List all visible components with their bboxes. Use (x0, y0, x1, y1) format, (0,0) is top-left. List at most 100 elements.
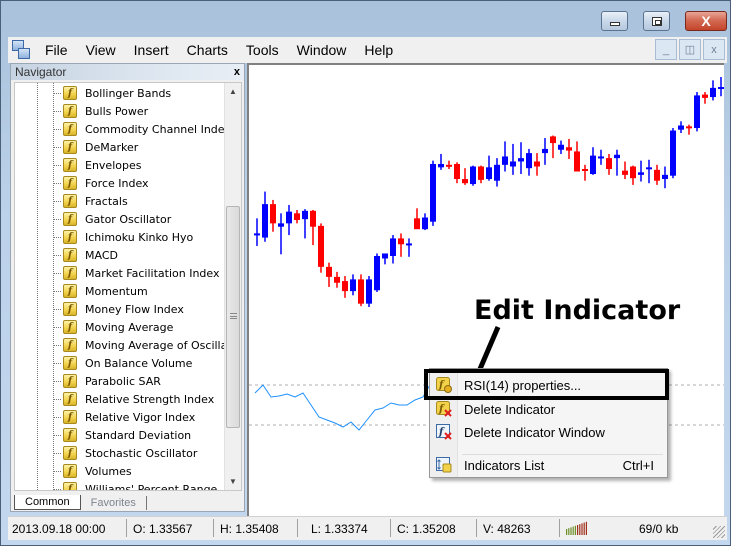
navigator-item[interactable]: f Fractals (53, 192, 128, 210)
navigator-item-label: On Balance Volume (85, 356, 193, 370)
app-logo-icon[interactable] (12, 40, 30, 60)
scroll-up-icon[interactable]: ▲ (229, 87, 237, 96)
candle-body (334, 276, 340, 283)
candle-body (574, 151, 580, 172)
navigator-item[interactable]: f Bulls Power (53, 102, 148, 120)
mdi-restore-button[interactable]: ◫ (679, 39, 701, 60)
tree-connector (53, 182, 61, 184)
navigator-item[interactable]: f Parabolic SAR (53, 372, 161, 390)
menu-insert[interactable]: Insert (125, 42, 178, 58)
tab-favorites[interactable]: Favorites (81, 496, 147, 510)
resize-grip[interactable] (713, 526, 725, 538)
navigator-item[interactable]: f Relative Strength Index (53, 390, 214, 408)
navigator-item[interactable]: f Money Flow Index (53, 300, 184, 318)
navigator-item[interactable]: f Williams' Percent Range (53, 480, 217, 490)
candle-body (686, 126, 692, 129)
window-close-button[interactable]: X (685, 11, 727, 31)
navigator-item[interactable]: f Momentum (53, 282, 148, 300)
scroll-down-icon[interactable]: ▼ (229, 477, 237, 486)
navigator-item[interactable]: f MACD (53, 246, 118, 264)
navigator-item[interactable]: f Bollinger Bands (53, 84, 171, 102)
tab-common[interactable]: Common (14, 495, 81, 510)
candle-body (502, 156, 508, 165)
candle-body (550, 136, 556, 144)
navigator-item[interactable]: f Moving Average of Oscillat (53, 336, 232, 354)
navigator-item[interactable]: f Standard Deviation (53, 426, 191, 444)
mdi-minimize-button[interactable]: _ (655, 39, 677, 60)
candle-body (438, 163, 444, 168)
candle-body (630, 166, 636, 179)
navigator-item-label: Fractals (85, 194, 128, 208)
menu-file[interactable]: File (36, 42, 77, 58)
indicator-f-icon: f (63, 482, 77, 490)
maximize-icon (651, 16, 662, 26)
navigator-item[interactable]: f Stochastic Oscillator (53, 444, 197, 462)
status-bar: 2013.09.18 00:00 O: 1.33567 H: 1.35408 L… (8, 516, 727, 540)
candle-body (398, 238, 404, 245)
candle-body (590, 155, 596, 175)
navigator-item[interactable]: f Ichimoku Kinko Hyo (53, 228, 193, 246)
navigator-item-label: Force Index (85, 176, 149, 190)
candle-body (278, 223, 284, 227)
window-minimize-button[interactable] (601, 11, 628, 31)
navigator-scrollbar[interactable]: ▲ ▼ (224, 83, 241, 490)
navigator-close-button[interactable]: x (234, 66, 240, 78)
candle-body (678, 125, 684, 130)
indicator-f-icon: f (63, 230, 77, 244)
candle-body (446, 164, 452, 167)
connection-status-icon[interactable] (566, 521, 588, 535)
window-maximize-button[interactable] (643, 11, 670, 31)
navigator-item[interactable]: f Relative Vigor Index (53, 408, 195, 426)
signal-bar (583, 522, 585, 535)
navigator-item[interactable]: f Moving Average (53, 318, 173, 336)
candle-body (342, 281, 348, 292)
menu-window[interactable]: Window (288, 42, 356, 58)
navigator-item[interactable]: f Gator Oscillator (53, 210, 171, 228)
navigator-item[interactable]: f Envelopes (53, 156, 141, 174)
tree-connector (53, 344, 61, 346)
tree-connector (53, 308, 61, 310)
mdi-close-button[interactable]: x (703, 39, 725, 60)
menu-item-label: Delete Indicator (464, 401, 556, 417)
navigator-tabs: Common Favorites (14, 492, 147, 510)
restore-icon: ◫ (684, 44, 696, 56)
tree-connector (53, 290, 61, 292)
indicator-f-icon: f (63, 374, 77, 388)
status-traffic: 69/0 kb (639, 522, 679, 536)
navigator-item-label: Gator Oscillator (85, 212, 172, 226)
menu-help[interactable]: Help (355, 42, 402, 58)
candle-body (350, 279, 356, 292)
navigator-item-label: Standard Deviation (85, 428, 192, 442)
candle-body (478, 166, 484, 180)
tree-connector (53, 218, 61, 220)
menu-item-indicators-list[interactable]: Indicators List Ctrl+I (430, 454, 667, 476)
navigator-item[interactable]: f Force Index (53, 174, 149, 192)
navigator-item[interactable]: f Market Facilitation Index (53, 264, 220, 282)
navigator-item-label: MACD (85, 248, 118, 262)
candle-body (710, 87, 716, 98)
menu-view[interactable]: View (77, 42, 125, 58)
menu-item-delete-indicator-window[interactable]: f Delete Indicator Window (430, 421, 667, 443)
edit-indicator-annotation: Edit Indicator (474, 295, 681, 326)
candle-body (454, 163, 460, 180)
menu-item-delete-indicator[interactable]: f Delete Indicator (430, 398, 667, 420)
scrollbar-thumb[interactable] (226, 206, 240, 428)
close-icon: x (711, 43, 717, 56)
candle-body (622, 170, 628, 175)
candle-body (542, 148, 548, 154)
menu-charts[interactable]: Charts (178, 42, 237, 58)
candle-body (382, 253, 388, 259)
candle-body (702, 94, 708, 98)
tree-connector (53, 164, 61, 166)
navigator-item-label: Stochastic Oscillator (85, 446, 198, 460)
navigator-item-label: Volumes (85, 464, 132, 478)
navigator-item[interactable]: f DeMarker (53, 138, 138, 156)
candle-body (286, 211, 292, 224)
navigator-item[interactable]: f Commodity Channel Index (53, 120, 231, 138)
navigator-item[interactable]: f Volumes (53, 462, 132, 480)
indicator-f-icon: f (63, 266, 77, 280)
menu-tools[interactable]: Tools (237, 42, 288, 58)
navigator-item[interactable]: f On Balance Volume (53, 354, 192, 372)
tree-connector (53, 146, 61, 148)
tree-connector (53, 380, 61, 382)
